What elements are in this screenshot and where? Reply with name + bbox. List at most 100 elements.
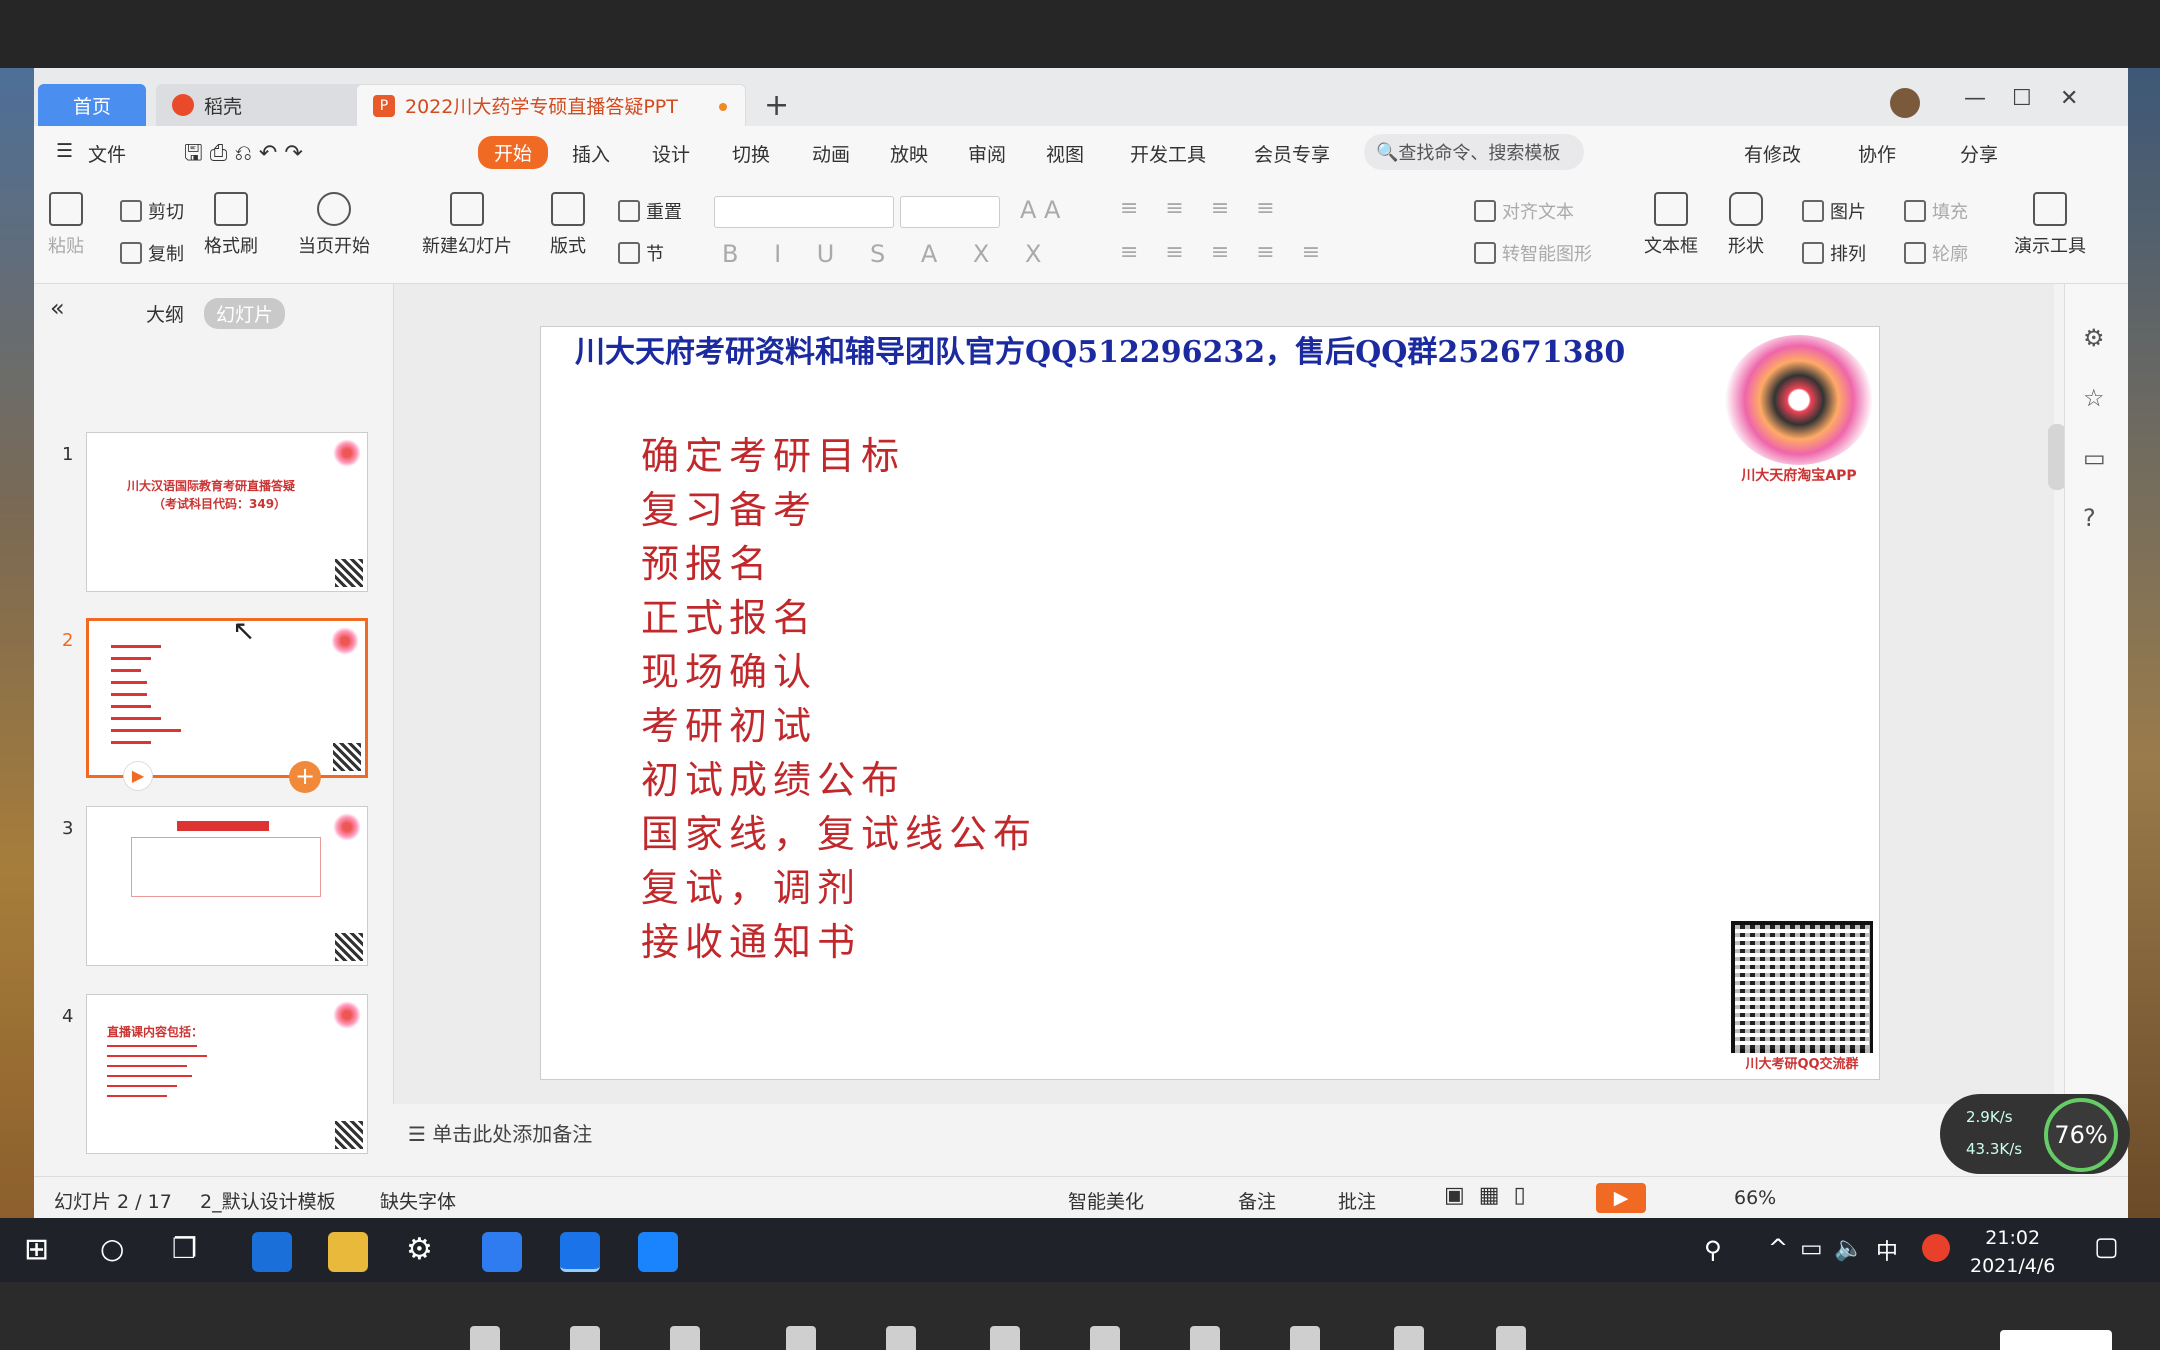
add-slide-icon[interactable]: + (289, 761, 321, 793)
wps-taskbar-icon[interactable] (560, 1232, 600, 1272)
present-tools-button[interactable]: 演示工具 (2014, 192, 2086, 258)
members-icon[interactable] (886, 1326, 916, 1350)
copy-button[interactable]: 复制 (120, 240, 184, 266)
avatar[interactable] (1890, 88, 1920, 118)
reset-button[interactable]: 重置 (618, 198, 682, 224)
end-meeting-button[interactable] (2000, 1330, 2112, 1350)
mic-icon[interactable] (470, 1326, 500, 1350)
file-explorer-icon[interactable] (328, 1232, 368, 1272)
slide-thumbnail-2[interactable]: ▶ + (86, 618, 368, 793)
sogou-icon[interactable] (1922, 1234, 1950, 1262)
notes-area[interactable]: ☰ 单击此处添加备注 (408, 1118, 592, 1147)
from-current-button[interactable]: 当页开始 (298, 192, 370, 258)
align-text-button[interactable]: 对齐文本 (1474, 198, 1574, 224)
user-icon[interactable]: ⚲ (1704, 1236, 1722, 1264)
volume-icon[interactable]: 🔈 (1834, 1234, 1864, 1262)
app-taskbar-icon[interactable] (638, 1232, 678, 1272)
menu-insert[interactable]: 插入 (572, 140, 610, 167)
font-name-select[interactable] (714, 196, 894, 228)
font-size-arrows-icon[interactable]: A A (1020, 196, 1060, 224)
share-screen-icon[interactable] (670, 1326, 700, 1350)
tab-wps[interactable]: 稻壳 (156, 84, 380, 126)
fill-button[interactable]: 填充 (1904, 198, 1968, 224)
picture-button[interactable]: 图片 (1802, 198, 1866, 224)
textbox-button[interactable]: 文本框 (1644, 192, 1698, 258)
arrange-button[interactable]: 排列 (1802, 240, 1866, 266)
notification-icon[interactable]: ▢ (2094, 1232, 2119, 1262)
menu-file[interactable]: 文件 (88, 140, 126, 167)
zoom-level[interactable]: 66% (1734, 1187, 1776, 1209)
slide-thumbnail-1[interactable]: 川大汉语国际教育考研直播答疑 （考试科目代码：349） (86, 432, 368, 592)
menu-home[interactable]: 开始 (478, 136, 549, 169)
new-tab-button[interactable]: + (764, 88, 789, 123)
notes-button[interactable]: 备注 (1238, 1187, 1276, 1214)
comment-icon[interactable]: ▭ (2083, 444, 2106, 472)
document-icon[interactable] (1394, 1326, 1424, 1350)
reactions-icon[interactable] (1290, 1326, 1320, 1350)
tray-expand-icon[interactable]: ^ (1768, 1234, 1788, 1262)
missing-font-button[interactable]: 缺失字体 (380, 1187, 456, 1214)
tab-document[interactable]: P 2022川大药学专硕直播答疑PPT (356, 84, 746, 126)
view-mode-icons[interactable]: ▣▦▯ (1444, 1183, 1540, 1208)
template-name[interactable]: 2_默认设计模板 (200, 1187, 336, 1214)
font-style-icons[interactable]: B I U S A X X (722, 240, 1055, 268)
camera-icon[interactable] (570, 1326, 600, 1350)
convert-smartart-button[interactable]: 转智能图形 (1474, 240, 1592, 266)
modify-button[interactable]: 有修改 (1744, 140, 1801, 167)
cut-button[interactable]: 剪切 (120, 198, 184, 224)
slide-thumbnail-3[interactable] (86, 806, 368, 966)
apps-icon[interactable] (1190, 1326, 1220, 1350)
menu-member[interactable]: 会员专享 (1254, 140, 1330, 167)
slide-thumbnail-4[interactable]: 直播课内容包括： (86, 994, 368, 1154)
star-icon[interactable]: ☆ (2083, 384, 2105, 412)
menu-view[interactable]: 视图 (1046, 140, 1084, 167)
collab-button[interactable]: 协作 (1858, 140, 1896, 167)
shape-button[interactable]: 形状 (1728, 192, 1764, 258)
settings-icon[interactable] (1496, 1326, 1526, 1350)
beautify-button[interactable]: 智能美化 (1068, 1187, 1144, 1214)
format-painter-button[interactable]: 格式刷 (204, 192, 258, 258)
play-slide-icon[interactable]: ▶ (123, 761, 153, 791)
ime-indicator[interactable]: 中 (1876, 1234, 1898, 1266)
list-icons[interactable]: ≡ ≡ ≡ ≡ (1120, 196, 1285, 221)
menu-transition[interactable]: 切换 (732, 140, 770, 167)
properties-icon[interactable]: ⚙ (2083, 324, 2105, 352)
font-size-select[interactable] (900, 196, 1000, 228)
feishu-icon[interactable] (482, 1232, 522, 1272)
menu-review[interactable]: 审阅 (968, 140, 1006, 167)
chat-icon[interactable] (990, 1326, 1020, 1350)
comment-button[interactable]: 批注 (1338, 1187, 1376, 1214)
clock[interactable]: 21:02 2021/4/6 (1970, 1224, 2055, 1280)
edge-icon[interactable] (252, 1232, 292, 1272)
paste-button[interactable]: 粘贴 (48, 192, 84, 258)
collapse-panel-icon[interactable]: « (38, 292, 77, 324)
help-icon[interactable]: ? (2083, 504, 2096, 532)
menu-developer[interactable]: 开发工具 (1130, 140, 1206, 167)
slide-canvas[interactable]: 川大天府考研资料和辅导团队官方QQ512296232，售后QQ群25267138… (540, 326, 1880, 1080)
maximize-button[interactable]: ☐ (2012, 86, 2032, 111)
new-slide-button[interactable]: 新建幻灯片 (422, 192, 512, 258)
tab-slides[interactable]: 幻灯片 (204, 298, 286, 329)
outline-button[interactable]: 轮廓 (1904, 240, 1968, 266)
participants-icon[interactable] (786, 1326, 816, 1350)
slideshow-play-button[interactable]: ▶ (1596, 1183, 1646, 1213)
menu-slideshow[interactable]: 放映 (890, 140, 928, 167)
settings-icon[interactable]: ⚙ (406, 1232, 433, 1267)
close-button[interactable]: ✕ (2060, 86, 2078, 111)
tab-outline[interactable]: 大纲 (134, 298, 196, 329)
paragraph-align-icons[interactable]: ≡ ≡ ≡ ≡ ≡ (1120, 240, 1330, 265)
menu-icon[interactable]: ☰ (56, 140, 73, 162)
menu-animation[interactable]: 动画 (812, 140, 850, 167)
windows-start-icon[interactable]: ⊞ (24, 1232, 49, 1267)
battery-icon[interactable]: ▭ (1800, 1234, 1823, 1262)
record-icon[interactable] (1090, 1326, 1120, 1350)
section-button[interactable]: 节 (618, 240, 664, 266)
share-button[interactable]: 分享 (1960, 140, 1998, 167)
search-icon[interactable]: ○ (100, 1232, 124, 1265)
layout-button[interactable]: 版式 (550, 192, 586, 258)
search-input[interactable]: 🔍 查找命令、搜索模板 (1364, 134, 1584, 170)
minimize-button[interactable]: — (1964, 86, 1986, 111)
tab-home[interactable]: 首页 (38, 84, 146, 126)
task-view-icon[interactable]: ❐ (172, 1232, 197, 1265)
menu-design[interactable]: 设计 (652, 140, 690, 167)
